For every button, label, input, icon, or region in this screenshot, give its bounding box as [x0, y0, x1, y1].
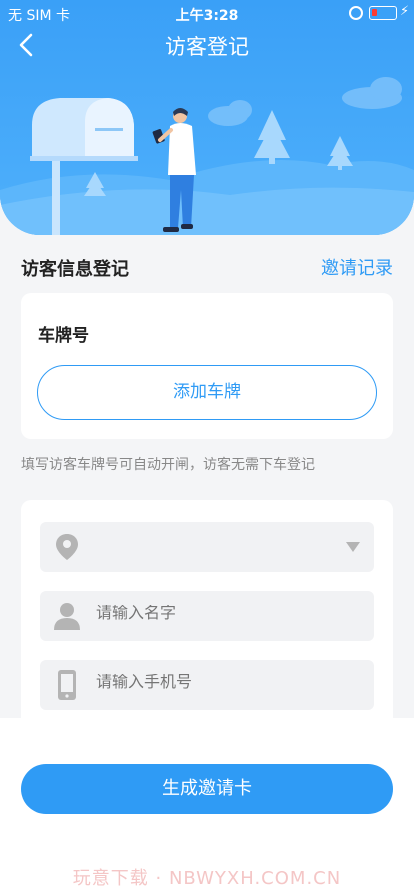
generate-invite-card-button[interactable]: 生成邀请卡	[21, 764, 393, 814]
visitor-illustration	[0, 77, 414, 235]
add-plate-button[interactable]: 添加车牌	[37, 365, 377, 420]
orientation-lock-icon	[349, 6, 363, 20]
invite-records-link[interactable]: 邀请记录	[321, 254, 393, 280]
watermark: 玩意下载 · NBWYXH.COM.CN	[72, 868, 342, 889]
phone-field[interactable]	[40, 660, 374, 710]
bottom-bar: 生成邀请卡 玩意下载 · NBWYXH.COM.CN	[0, 718, 414, 896]
section-header: 访客信息登记 邀请记录	[21, 253, 393, 281]
person-icon	[54, 603, 80, 630]
name-field[interactable]	[40, 591, 374, 641]
location-pin-icon	[56, 534, 78, 560]
section-title: 访客信息登记	[21, 259, 129, 280]
header-banner: 无 SIM 卡 上午3:28 ⚡ 访客登记	[0, 0, 414, 235]
status-bar: 无 SIM 卡 上午3:28 ⚡	[0, 0, 414, 28]
phone-input[interactable]	[96, 674, 356, 692]
charging-icon: ⚡	[400, 4, 410, 19]
battery-icon	[369, 6, 397, 20]
plate-card: 车牌号 添加车牌	[21, 293, 393, 439]
nav-bar: 访客登记	[0, 28, 414, 62]
plate-label: 车牌号	[38, 326, 89, 346]
location-select[interactable]	[40, 522, 374, 572]
visitor-form-card	[21, 500, 393, 730]
page-title: 访客登记	[165, 35, 249, 59]
plate-hint: 填写访客车牌号可自动开闸，访客无需下车登记	[21, 457, 315, 473]
chevron-down-icon	[346, 542, 360, 552]
name-input[interactable]	[96, 605, 356, 623]
phone-icon	[58, 670, 76, 700]
